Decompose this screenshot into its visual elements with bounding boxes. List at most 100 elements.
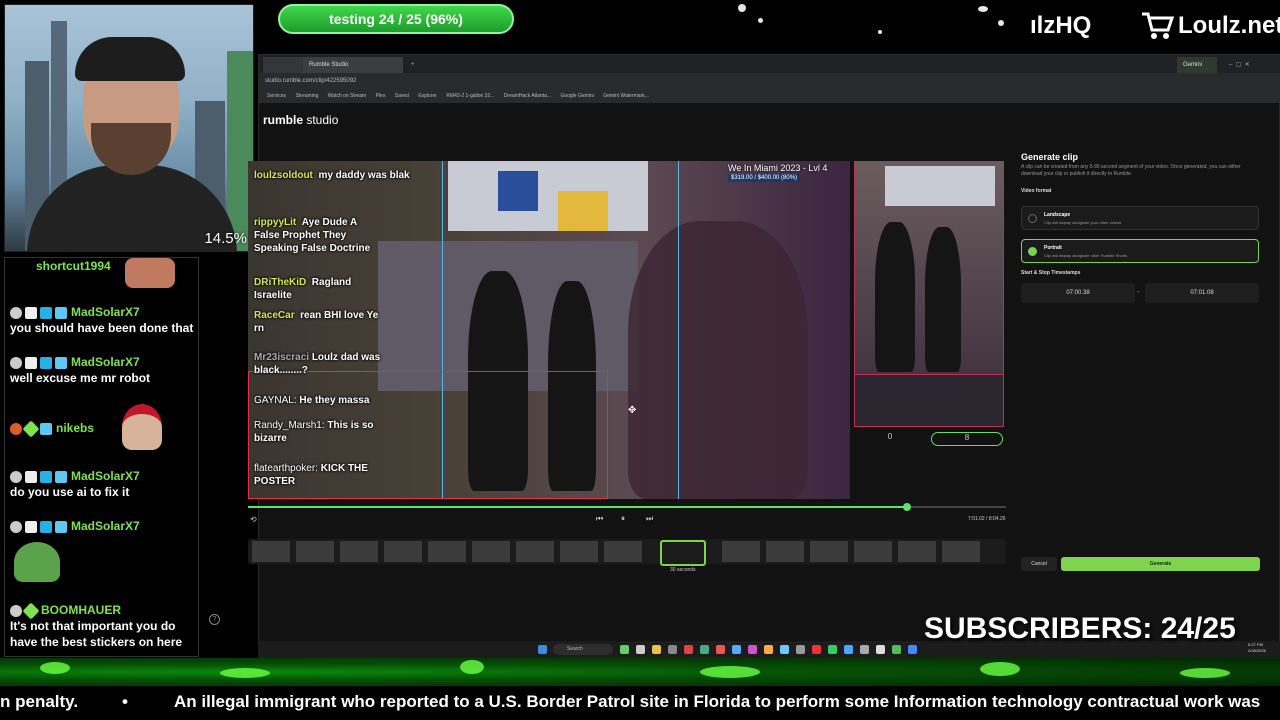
next-frame-icon[interactable]: ⏭: [646, 514, 653, 524]
app-icon[interactable]: [700, 645, 709, 654]
badge-group: [10, 356, 67, 369]
option-portrait[interactable]: Portrait Clip will display alongside oth…: [1021, 239, 1259, 263]
badge-group: [10, 520, 67, 533]
app-icon[interactable]: [684, 645, 693, 654]
bookmark-item[interactable]: RM43-2 1-gallon 32...: [446, 93, 494, 99]
bookmark-item[interactable]: Streaming: [296, 93, 319, 99]
start-timestamp-input[interactable]: 07:00.38: [1021, 283, 1135, 303]
diamond-icon: [22, 602, 40, 620]
time-readout: 7:01.02 / 8:04.26: [968, 516, 1006, 522]
shopping-cart-icon: [1142, 12, 1174, 39]
app-icon[interactable]: [812, 645, 821, 654]
badge-icon: [40, 520, 52, 533]
bookmark-item[interactable]: Saved: [395, 93, 409, 99]
diamond-icon: [22, 420, 40, 438]
chat-username: BOOMHAUER: [41, 603, 121, 617]
chat-message: shortcut1994: [10, 258, 198, 288]
bookmark-item[interactable]: Google Gemini: [560, 93, 593, 99]
chat-username: nikebs: [56, 421, 95, 435]
bookmark-item[interactable]: DreamHack Atlanta...: [504, 93, 551, 99]
tab-rumble-studio[interactable]: Rumble Studio: [303, 57, 403, 73]
app-icon[interactable]: [876, 645, 885, 654]
streamer-cap: [75, 37, 185, 81]
overlay-chat-text: He they massa: [299, 395, 370, 406]
preview-counter-right[interactable]: 8: [931, 432, 1003, 446]
filmstrip[interactable]: [248, 539, 1006, 564]
timestamp-dash: -: [1137, 287, 1140, 296]
chat-message: MadSolarX7 you should have been done tha…: [10, 304, 198, 336]
video-title-overlay: We In Miami 2023 - Lvl 4: [728, 163, 828, 173]
bookmark-item[interactable]: Plex: [376, 93, 386, 99]
film-frame: [898, 541, 936, 562]
chat-panel: shortcut1994 MadSolarX7 you should have …: [4, 257, 199, 657]
film-frame: [810, 541, 848, 562]
pause-icon[interactable]: ⏸: [621, 514, 625, 524]
film-frame: [252, 541, 290, 562]
film-frame: [428, 541, 466, 562]
overlay-chat-user: Randy_Marsh1:: [254, 420, 325, 431]
preview-chat-crop: [855, 374, 1003, 426]
option-landscape[interactable]: Landscape Clip will display alongside yo…: [1021, 206, 1259, 230]
badge-group: [10, 420, 52, 438]
bookmark-item[interactable]: Services: [267, 93, 286, 99]
format-label: Video format: [1021, 188, 1052, 194]
app-icon[interactable]: [860, 645, 869, 654]
tab-strip: Rumble Studio + Gemini – ▢ ✕: [259, 55, 1280, 73]
crop-guide-right[interactable]: [678, 161, 679, 499]
film-frame: [516, 541, 554, 562]
chat-username: MadSolarX7: [71, 305, 140, 319]
overlay-chat-user: RaceCar: [254, 310, 295, 321]
help-icon[interactable]: ?: [209, 614, 220, 625]
app-icon[interactable]: [828, 645, 837, 654]
app-icon[interactable]: [764, 645, 773, 654]
start-icon[interactable]: [538, 645, 547, 654]
app-icon[interactable]: [716, 645, 725, 654]
bookmark-item[interactable]: Explorer: [418, 93, 437, 99]
overlay-chat-user: Mr23iscraci: [254, 352, 310, 363]
app-icon[interactable]: [732, 645, 741, 654]
emote-icon: [125, 258, 175, 288]
overlay-chat-line: flatearthpoker: KICK THE POSTER: [254, 462, 404, 488]
film-frame: [604, 541, 642, 562]
badge-icon: [10, 422, 22, 435]
stop-timestamp-input[interactable]: 07:01.08: [1145, 283, 1259, 303]
app-icon[interactable]: [636, 645, 645, 654]
badge-group: [10, 306, 67, 319]
overlay-chat-user: GAYNAL:: [254, 395, 297, 406]
chat-username: MadSolarX7: [71, 355, 140, 369]
volume-icon[interactable]: ⟲: [250, 515, 257, 524]
bookmark-item[interactable]: Watch on Stream: [328, 93, 366, 99]
address-bar[interactable]: studio.rumble.com/clip/422595092: [259, 73, 1280, 89]
chat-text: It's not that important you do have the …: [10, 619, 183, 649]
new-tab-icon[interactable]: +: [405, 57, 417, 73]
green-splash-band: [0, 658, 1280, 686]
bookmark-item[interactable]: Gemini Watermark...: [603, 93, 649, 99]
cancel-button[interactable]: Cancel: [1021, 557, 1057, 571]
app-icon[interactable]: [892, 645, 901, 654]
person-figure: [628, 221, 808, 499]
app-icon[interactable]: [620, 645, 629, 654]
bookmarks-bar: Services Streaming Watch on Stream Plex …: [259, 89, 1280, 103]
app-icon[interactable]: [748, 645, 757, 654]
badge-icon: [25, 470, 37, 483]
taskbar-search[interactable]: Search: [553, 644, 613, 655]
app-icon[interactable]: [780, 645, 789, 654]
previous-frame-icon[interactable]: ⏮: [596, 514, 603, 524]
app-icon[interactable]: [796, 645, 805, 654]
webcam-percent-label: 14.5%: [204, 230, 247, 247]
generate-button[interactable]: Generate: [1061, 557, 1260, 571]
app-icon[interactable]: [668, 645, 677, 654]
radio-checked-icon[interactable]: [1028, 247, 1037, 256]
radio-icon[interactable]: [1028, 214, 1037, 223]
news-ticker: n penalty. • An illegal immigrant who re…: [0, 686, 1280, 720]
app-icon[interactable]: [908, 645, 917, 654]
app-icon[interactable]: [844, 645, 853, 654]
window-controls-icon[interactable]: – ▢ ✕: [1223, 57, 1279, 73]
overlay-chat-line: loulzsoldout my daddy was blak: [254, 169, 414, 182]
overlay-chat-line: DRiTheKiD Ragland Israelite: [254, 276, 384, 302]
profile-chip[interactable]: Gemini: [1177, 57, 1217, 73]
clip-selection-window[interactable]: [660, 540, 706, 566]
rumble-studio-logo[interactable]: rumble studio: [263, 113, 338, 127]
folder-icon[interactable]: [652, 645, 661, 654]
clip-editor-video[interactable]: We In Miami 2023 - Lvl 4 $319.00 / $400.…: [248, 161, 850, 499]
